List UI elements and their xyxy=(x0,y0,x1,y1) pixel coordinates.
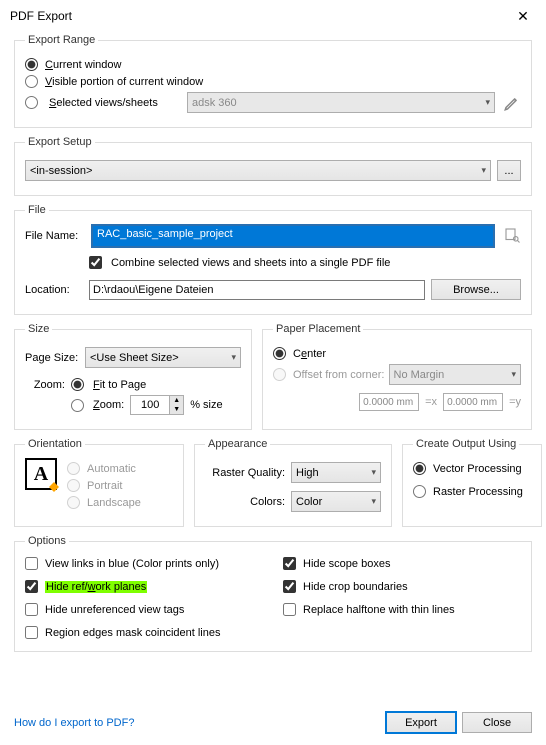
current-window-radio[interactable] xyxy=(25,58,38,71)
chevron-down-icon: ▾ xyxy=(511,369,516,380)
export-button[interactable]: Export xyxy=(386,712,456,733)
views-set-dropdown: adsk 360 ▾ xyxy=(187,92,495,113)
location-input[interactable] xyxy=(89,280,425,300)
offset-x-input xyxy=(359,393,419,411)
margin-dropdown: No Margin ▾ xyxy=(389,364,522,385)
raster-radio[interactable] xyxy=(413,485,426,498)
chevron-down-icon: ▾ xyxy=(481,165,486,176)
landscape-radio xyxy=(67,496,80,509)
paper-placement-group: Paper Placement Center Offset from corne… xyxy=(262,323,532,430)
offset-label: Offset from corner: xyxy=(293,369,385,381)
titlebar: PDF Export ✕ xyxy=(0,0,546,30)
center-label: Center xyxy=(293,348,326,360)
vector-radio[interactable] xyxy=(413,462,426,475)
offset-y-input xyxy=(443,393,503,411)
hide-ref-label: Hide ref/work planes xyxy=(45,581,147,593)
chevron-down-icon: ▾ xyxy=(371,496,376,507)
zoom-radio[interactable] xyxy=(71,399,84,412)
hide-crop-label: Hide crop boundaries xyxy=(303,581,408,593)
file-group: File File Name: RAC_basic_sample_project… xyxy=(14,204,532,315)
zoom-value-input[interactable] xyxy=(131,396,169,414)
eq-y-label: =y xyxy=(509,396,521,408)
size-legend: Size xyxy=(25,323,52,335)
browse-button[interactable]: Browse... xyxy=(431,279,521,300)
zoom-label: Zoom: xyxy=(25,379,65,391)
appearance-group: Appearance Raster Quality: High ▾ Colors… xyxy=(194,438,392,527)
vector-label: Vector Processing xyxy=(433,463,522,475)
zoom-radio-label: Zoom: xyxy=(93,399,124,411)
location-label: Location: xyxy=(25,284,83,296)
visible-portion-radio[interactable] xyxy=(25,75,38,88)
close-button[interactable]: Close xyxy=(462,712,532,733)
raster-quality-dropdown[interactable]: High ▾ xyxy=(291,462,381,483)
close-icon[interactable]: ✕ xyxy=(508,8,538,25)
export-setup-group: Export Setup <in-session> ▾ ... xyxy=(14,136,532,196)
colors-label: Colors: xyxy=(205,496,285,508)
hide-ref-checkbox[interactable] xyxy=(25,580,38,593)
help-link[interactable]: How do I export to PDF? xyxy=(14,717,134,729)
orientation-preview-icon: A xyxy=(25,458,57,490)
export-range-group: Export Range Current window Visible port… xyxy=(14,34,532,128)
combine-checkbox[interactable] xyxy=(89,256,102,269)
landscape-label: Landscape xyxy=(87,497,141,509)
view-links-checkbox[interactable] xyxy=(25,557,38,570)
colors-dropdown[interactable]: Color ▾ xyxy=(291,491,381,512)
auto-radio xyxy=(67,462,80,475)
chevron-down-icon: ▾ xyxy=(485,97,490,108)
hide-scope-label: Hide scope boxes xyxy=(303,558,390,570)
spin-up-icon[interactable]: ▲ xyxy=(169,396,183,405)
paper-placement-legend: Paper Placement xyxy=(273,323,363,335)
hide-unref-checkbox[interactable] xyxy=(25,603,38,616)
visible-portion-label: Visible portion of current window xyxy=(45,76,203,88)
filename-input[interactable]: RAC_basic_sample_project xyxy=(93,226,493,246)
hide-scope-checkbox[interactable] xyxy=(283,557,296,570)
export-setup-dropdown[interactable]: <in-session> ▾ xyxy=(25,160,491,181)
replace-halftone-checkbox[interactable] xyxy=(283,603,296,616)
offset-radio xyxy=(273,368,286,381)
eq-x-label: =x xyxy=(425,396,437,408)
raster-label: Raster Processing xyxy=(433,486,523,498)
selected-views-radio[interactable] xyxy=(25,96,38,109)
page-size-dropdown[interactable]: <Use Sheet Size> ▾ xyxy=(85,347,241,368)
selected-views-label: Selected views/sheets xyxy=(49,97,179,109)
pct-size-label: % size xyxy=(190,399,222,411)
portrait-label: Portrait xyxy=(87,480,122,492)
page-size-label: Page Size: xyxy=(25,352,79,364)
filename-label: File Name: xyxy=(25,230,83,242)
export-range-legend: Export Range xyxy=(25,34,98,46)
appearance-legend: Appearance xyxy=(205,438,270,450)
file-legend: File xyxy=(25,204,49,216)
edit-set-icon[interactable] xyxy=(503,94,521,112)
spin-down-icon[interactable]: ▼ xyxy=(169,405,183,414)
options-group: Options View links in blue (Color prints… xyxy=(14,535,532,652)
portrait-radio xyxy=(67,479,80,492)
chevron-down-icon: ▾ xyxy=(371,467,376,478)
options-legend: Options xyxy=(25,535,69,547)
region-edges-label: Region edges mask coincident lines xyxy=(45,627,221,639)
orientation-group: Orientation A Automatic Portrait Landsca… xyxy=(14,438,184,527)
region-edges-checkbox[interactable] xyxy=(25,626,38,639)
replace-halftone-label: Replace halftone with thin lines xyxy=(303,604,455,616)
size-group: Size Page Size: <Use Sheet Size> ▾ Zoom:… xyxy=(14,323,252,430)
explore-icon[interactable] xyxy=(503,226,521,247)
export-setup-legend: Export Setup xyxy=(25,136,95,148)
fit-to-page-label: Fit to Page xyxy=(93,379,146,391)
output-legend: Create Output Using xyxy=(413,438,519,450)
current-window-label: Current window xyxy=(45,59,121,71)
zoom-spinner[interactable]: ▲▼ xyxy=(130,395,184,415)
hide-crop-checkbox[interactable] xyxy=(283,580,296,593)
auto-label: Automatic xyxy=(87,463,136,475)
window-title: PDF Export xyxy=(10,9,72,23)
fit-to-page-radio[interactable] xyxy=(71,378,84,391)
combine-label: Combine selected views and sheets into a… xyxy=(111,257,390,269)
export-setup-more-button[interactable]: ... xyxy=(497,160,521,181)
view-links-label: View links in blue (Color prints only) xyxy=(45,558,219,570)
raster-quality-label: Raster Quality: xyxy=(205,467,285,479)
center-radio[interactable] xyxy=(273,347,286,360)
hide-unref-label: Hide unreferenced view tags xyxy=(45,604,184,616)
orientation-legend: Orientation xyxy=(25,438,85,450)
chevron-down-icon: ▾ xyxy=(231,352,236,363)
output-group: Create Output Using Vector Processing Ra… xyxy=(402,438,542,527)
